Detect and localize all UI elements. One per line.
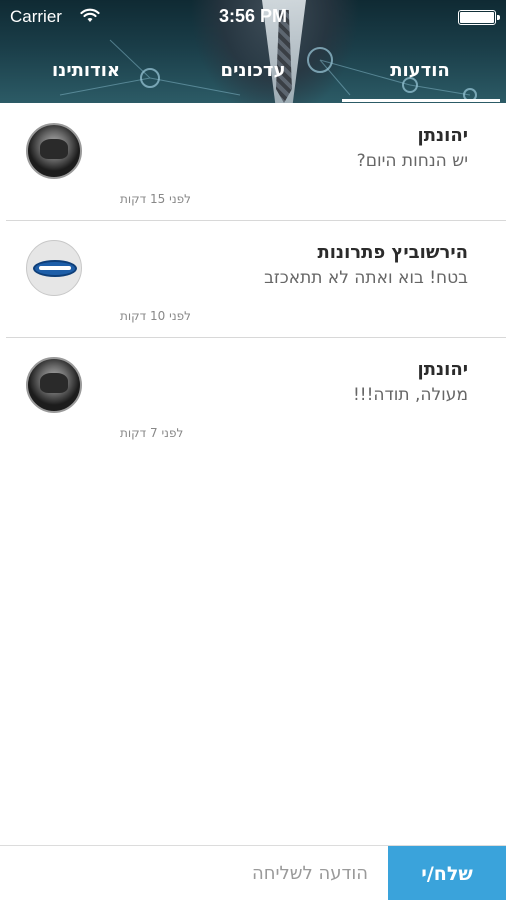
message-time: לפני 10 דקות xyxy=(120,309,191,323)
status-bar: Carrier 3:56 PM xyxy=(0,0,506,34)
message-composer: שלח/י xyxy=(0,845,506,900)
header-banner: Carrier 3:56 PM הודעות עדכונים אודותינו xyxy=(0,0,506,103)
tab-messages[interactable]: הודעות xyxy=(340,60,500,81)
sender-name: יהונתן xyxy=(417,359,468,380)
tab-bar: הודעות עדכונים אודותינו xyxy=(0,54,506,103)
message-text: מעולה, תודה!!! xyxy=(352,385,468,405)
avatar xyxy=(26,123,82,179)
message-list: יהונתן יש הנחות היום? לפני 15 דקות הירשו… xyxy=(0,103,506,454)
battery-icon xyxy=(458,10,500,25)
logo-bar xyxy=(39,266,71,270)
message-text: בטח! בוא ואתה לא תתאכזב xyxy=(264,268,468,288)
message-time: לפני 7 דקות xyxy=(120,426,184,440)
message-input[interactable] xyxy=(0,846,388,900)
send-button[interactable]: שלח/י xyxy=(388,846,506,900)
list-item[interactable]: יהונתן מעולה, תודה!!! לפני 7 דקות xyxy=(0,337,506,454)
sender-name: הירשוביץ פתרונות xyxy=(317,242,468,263)
sender-name: יהונתן xyxy=(417,125,468,146)
list-item[interactable]: הירשוביץ פתרונות בטח! בוא ואתה לא תתאכזב… xyxy=(0,220,506,337)
avatar xyxy=(26,357,82,413)
message-time: לפני 15 דקות xyxy=(120,192,191,206)
tab-updates[interactable]: עדכונים xyxy=(173,60,333,81)
tab-about[interactable]: אודותינו xyxy=(6,60,166,81)
active-tab-indicator xyxy=(342,99,500,102)
message-text: יש הנחות היום? xyxy=(356,151,468,171)
avatar xyxy=(26,240,82,296)
list-item[interactable]: יהונתן יש הנחות היום? לפני 15 דקות xyxy=(0,103,506,220)
clock: 3:56 PM xyxy=(218,6,288,26)
